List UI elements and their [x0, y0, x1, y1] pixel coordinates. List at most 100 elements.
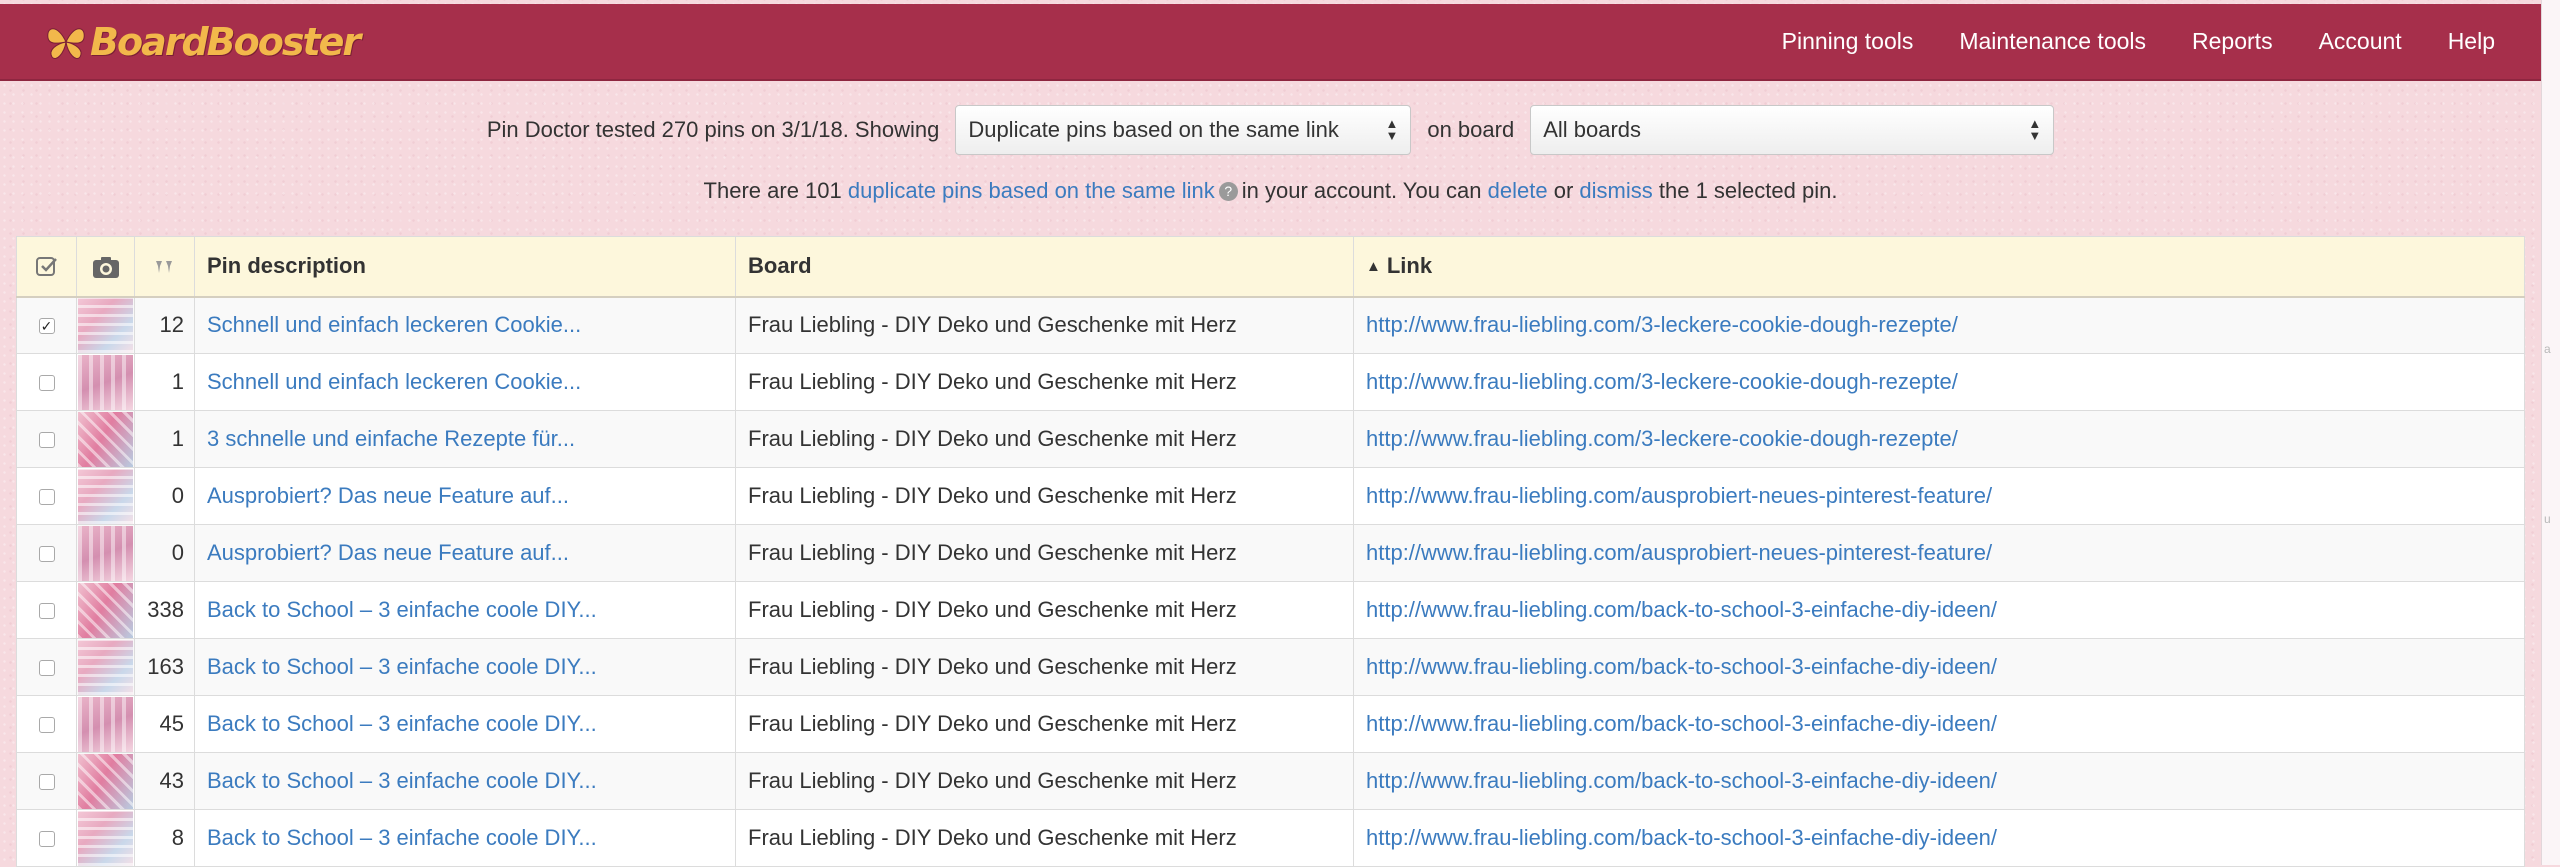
pin-thumbnail-cell [76, 410, 135, 468]
repin-count-header[interactable] [134, 236, 195, 298]
pin-thumbnail[interactable] [78, 411, 133, 467]
row-checkbox[interactable] [38, 660, 55, 677]
pin-description-header[interactable]: Pin description [194, 236, 736, 298]
pin-url-link[interactable]: http://www.frau-liebling.com/back-to-sch… [1366, 825, 1997, 850]
repin-count: 45 [134, 695, 195, 753]
pin-thumbnail[interactable] [78, 753, 133, 809]
pin-description-link[interactable]: Back to School – 3 einfache coole DIY... [207, 768, 597, 793]
pin-description-link[interactable]: Ausprobiert? Das neue Feature auf... [207, 483, 569, 508]
filter-row: Pin Doctor tested 270 pins on 3/1/18. Sh… [0, 104, 2541, 156]
pin-url-link[interactable]: http://www.frau-liebling.com/back-to-sch… [1366, 654, 1997, 679]
row-checkbox[interactable] [38, 603, 55, 620]
pin-description-cell: Schnell und einfach leckeren Cookie... [194, 353, 736, 411]
pin-description-cell: Ausprobiert? Das neue Feature auf... [194, 467, 736, 525]
row-checkbox[interactable] [38, 489, 55, 506]
pin-thumbnail[interactable] [78, 810, 133, 866]
row-checkbox[interactable] [38, 375, 55, 392]
row-select-cell [16, 467, 77, 525]
main-nav: Pinning tools Maintenance tools Reports … [1782, 4, 2495, 79]
pin-thumbnail-cell [76, 581, 135, 639]
pin-thumbnail[interactable] [78, 525, 133, 581]
pin-description-link[interactable]: Back to School – 3 einfache coole DIY... [207, 711, 597, 736]
pin-link-cell: http://www.frau-liebling.com/3-leckere-c… [1353, 410, 2525, 468]
pin-thumbnail-cell [76, 296, 135, 354]
pin-description-link[interactable]: Back to School – 3 einfache coole DIY... [207, 654, 597, 679]
help-icon[interactable]: ? [1218, 182, 1238, 201]
brand-name: BoardBooster [90, 20, 361, 64]
delete-link[interactable]: delete [1488, 178, 1548, 203]
pin-link-cell: http://www.frau-liebling.com/ausprobiert… [1353, 467, 2525, 525]
repin-count: 1 [134, 410, 195, 468]
row-checkbox[interactable] [38, 546, 55, 563]
pin-thumbnail[interactable] [78, 468, 133, 524]
repin-count: 338 [134, 581, 195, 639]
pin-description-link[interactable]: 3 schnelle und einfache Rezepte für... [207, 426, 575, 451]
pin-url-link[interactable]: http://www.frau-liebling.com/3-leckere-c… [1366, 312, 1958, 337]
pin-thumbnail-cell [76, 638, 135, 696]
row-checkbox[interactable] [38, 717, 55, 734]
nav-help[interactable]: Help [2448, 28, 2495, 55]
pin-thumbnail[interactable] [78, 639, 133, 695]
row-select-cell [16, 353, 77, 411]
link-header-label: Link [1386, 253, 1433, 279]
pin-description-link[interactable]: Back to School – 3 einfache coole DIY... [207, 597, 597, 622]
nav-pinning-tools[interactable]: Pinning tools [1782, 28, 1914, 55]
row-checkbox-checked[interactable]: ✓ [38, 318, 55, 335]
pin-url-link[interactable]: http://www.frau-liebling.com/back-to-sch… [1366, 597, 1997, 622]
nav-maintenance-tools[interactable]: Maintenance tools [1959, 28, 2146, 55]
duplicate-type-select[interactable]: Duplicate pins based on the same link ▲ ▼ [955, 105, 1412, 155]
table-row: ✓ 12 Schnell und einfach leckeren Cookie..… [16, 296, 2525, 354]
repin-count: 12 [134, 296, 195, 354]
pin-link-cell: http://www.frau-liebling.com/3-leckere-c… [1353, 353, 2525, 411]
row-checkbox[interactable] [38, 831, 55, 848]
select-all-header[interactable] [16, 236, 77, 298]
repin-count: 43 [134, 752, 195, 810]
board-header[interactable]: Board [735, 236, 1354, 298]
board-name: Frau Liebling - DIY Deko und Geschenke m… [735, 524, 1354, 582]
camera-icon [92, 257, 119, 279]
nav-reports[interactable]: Reports [2192, 28, 2273, 55]
pin-description-cell: Back to School – 3 einfache coole DIY... [194, 581, 736, 639]
pin-thumbnail[interactable] [78, 696, 133, 752]
pin-url-link[interactable]: http://www.frau-liebling.com/3-leckere-c… [1366, 369, 1958, 394]
link-header[interactable]: ▲ Link [1353, 236, 2525, 298]
pin-description-link[interactable]: Schnell und einfach leckeren Cookie... [207, 369, 581, 394]
pin-description-link[interactable]: Back to School – 3 einfache coole DIY... [207, 825, 597, 850]
pin-description-cell: 3 schnelle und einfache Rezepte für... [194, 410, 736, 468]
pin-description-cell: Back to School – 3 einfache coole DIY... [194, 638, 736, 696]
pin-thumbnail-cell [76, 752, 135, 810]
pin-thumbnail[interactable] [78, 582, 133, 638]
repin-count: 8 [134, 809, 195, 867]
pin-url-link[interactable]: http://www.frau-liebling.com/back-to-sch… [1366, 711, 1997, 736]
row-checkbox[interactable] [38, 432, 55, 449]
top-navbar: BoardBooster Pinning tools Maintenance t… [0, 4, 2541, 81]
pin-doctor-summary: Pin Doctor tested 270 pins on 3/1/18. Sh… [486, 117, 940, 142]
boardbooster-logo[interactable]: BoardBooster [44, 14, 361, 70]
repin-count: 1 [134, 353, 195, 411]
pin-thumbnail[interactable] [78, 354, 133, 410]
nav-account[interactable]: Account [2319, 28, 2402, 55]
board-name: Frau Liebling - DIY Deko und Geschenke m… [735, 296, 1354, 354]
pin-url-link[interactable]: http://www.frau-liebling.com/back-to-sch… [1366, 768, 1997, 793]
pin-description-link[interactable]: Schnell und einfach leckeren Cookie... [207, 312, 581, 337]
dismiss-link[interactable]: dismiss [1579, 178, 1652, 203]
duplicates-link[interactable]: duplicate pins based on the same link [848, 178, 1215, 203]
pin-url-link[interactable]: http://www.frau-liebling.com/3-leckere-c… [1366, 426, 1958, 451]
board-select-value: All boards [1543, 117, 1642, 142]
pin-link-cell: http://www.frau-liebling.com/back-to-sch… [1353, 695, 2525, 753]
table-row: 8 Back to School – 3 einfache coole DIY..… [16, 809, 2525, 867]
pin-thumbnail[interactable] [78, 297, 133, 353]
board-name: Frau Liebling - DIY Deko und Geschenke m… [735, 809, 1354, 867]
check-circle-icon [35, 257, 57, 277]
pin-description-link[interactable]: Ausprobiert? Das neue Feature auf... [207, 540, 569, 565]
pin-url-link[interactable]: http://www.frau-liebling.com/ausprobiert… [1366, 483, 1992, 508]
row-checkbox[interactable] [38, 774, 55, 791]
repin-count: 0 [134, 467, 195, 525]
board-select[interactable]: All boards ▲ ▼ [1530, 105, 2055, 155]
pin-description-cell: Ausprobiert? Das neue Feature auf... [194, 524, 736, 582]
duplicate-pins-table: Pin description Board ▲ Link ✓ 12 Schnell u… [16, 236, 2525, 867]
pin-url-link[interactable]: http://www.frau-liebling.com/ausprobiert… [1366, 540, 1992, 565]
table-body: ✓ 12 Schnell und einfach leckeren Cookie..… [16, 296, 2525, 867]
row-select-cell [16, 695, 77, 753]
duplicate-info: There are 101 duplicate pins based on th… [0, 178, 2541, 204]
